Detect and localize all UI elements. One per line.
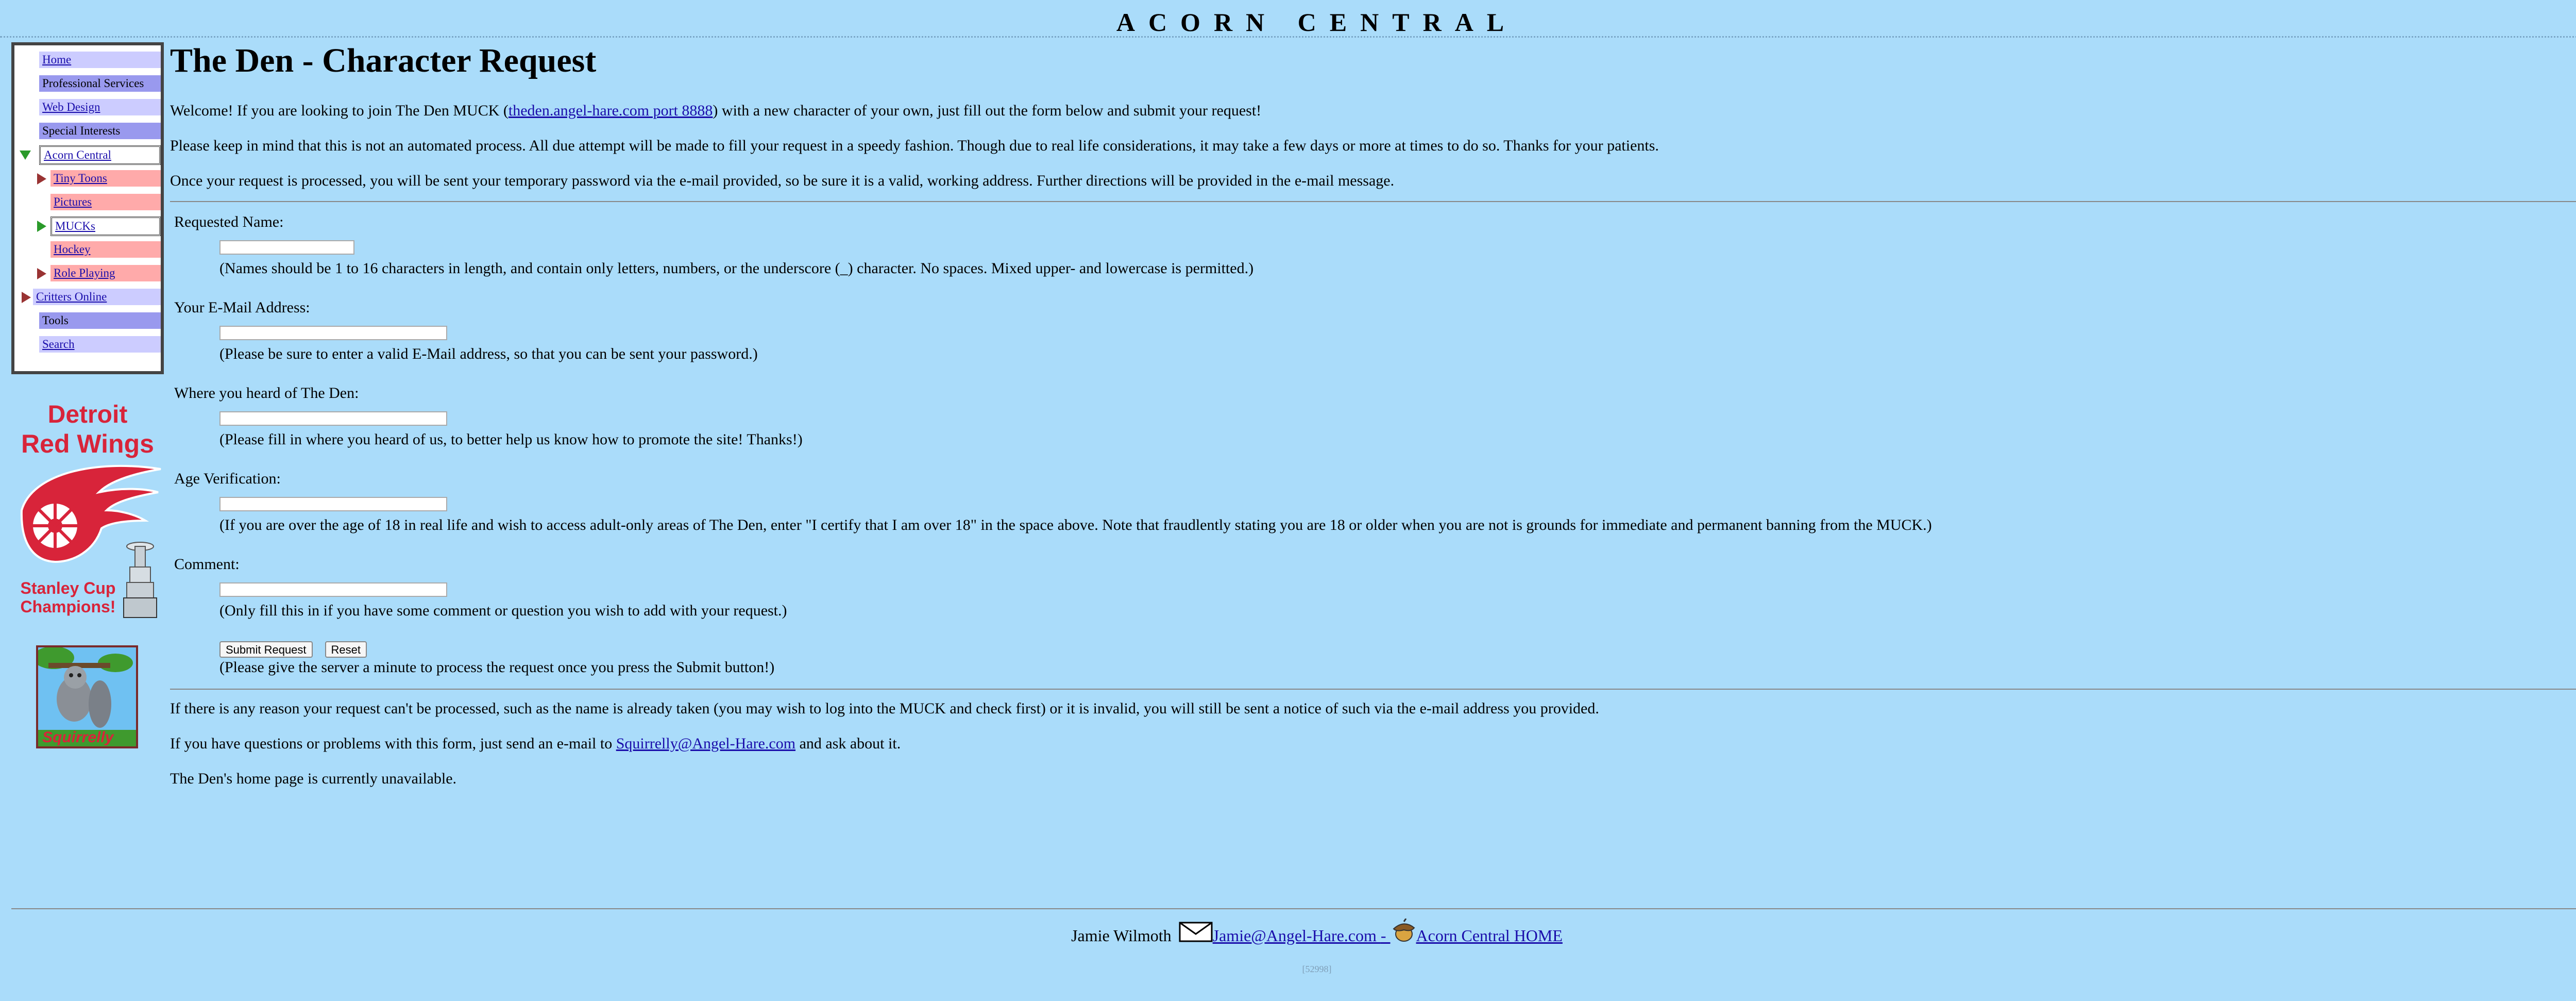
heard-note: (Please fill in where you heard of us, t…: [219, 431, 803, 448]
submit-note: (Please give the server a minute to proc…: [219, 659, 775, 676]
heard-field-group: Where you heard of The Den: (Please fill…: [170, 385, 2576, 449]
header-divider: [0, 36, 2576, 38]
nav-item-home[interactable]: Home: [39, 52, 161, 68]
home-unavailable-paragraph: The Den's home page is currently unavail…: [170, 770, 457, 787]
nav-item-pictures[interactable]: Pictures: [50, 194, 161, 210]
main-content: The Den - Character Request Welcome! If …: [170, 41, 2576, 806]
heard-of-input[interactable]: [219, 411, 447, 426]
red-wings-logo: Detroit Red Wings Stanley Cup Champions!: [21, 401, 161, 618]
age-verification-input[interactable]: [219, 497, 447, 511]
nav-link-web-design[interactable]: Web Design: [42, 101, 100, 113]
wings-text-detroit: Detroit: [48, 401, 128, 428]
expanded-triangle-icon[interactable]: [37, 221, 46, 232]
contact-paragraph: If you have questions or problems with t…: [170, 736, 2576, 752]
nav-link-acorn-central[interactable]: Acorn Central: [44, 148, 111, 161]
nav-item-special-interests: Special Interests: [39, 123, 161, 139]
form-buttons: Submit Request Reset: [219, 641, 2576, 658]
nav-item-web-design[interactable]: Web Design: [39, 99, 161, 115]
nav-item-tools: Tools: [39, 312, 161, 329]
nav-link-pictures[interactable]: Pictures: [54, 195, 92, 208]
hit-counter: [52998]: [1302, 964, 1332, 974]
collapsed-triangle-icon[interactable]: [37, 268, 46, 279]
contact-text-after: and ask about it.: [795, 735, 901, 752]
author-email-link[interactable]: Jamie@Angel-Hare.com: [1213, 926, 1381, 945]
email-input[interactable]: [219, 326, 447, 340]
comment-field-group: Comment: (Only fill this in if you have …: [170, 556, 2576, 621]
nav-link-tiny-toons[interactable]: Tiny Toons: [54, 172, 107, 185]
site-title: ACORN CENTRAL: [1116, 8, 1518, 37]
reset-button[interactable]: Reset: [325, 641, 367, 658]
intro-text-before: Welcome! If you are looking to join The …: [170, 102, 509, 119]
process-paragraph: Please keep in mind that this is not an …: [170, 137, 1659, 154]
footer-divider: [11, 908, 2576, 909]
wings-text-champions: Champions!: [21, 597, 116, 616]
password-paragraph: Once your request is processed, you will…: [170, 172, 1395, 189]
submit-request-button[interactable]: Submit Request: [219, 641, 313, 658]
nav-link-home[interactable]: Home: [42, 53, 71, 66]
squirrel-icon: Squirrelly: [38, 647, 136, 746]
character-request-form: Requested Name: (Names should be 1 to 16…: [170, 213, 2576, 677]
nav-link-role-playing[interactable]: Role Playing: [54, 266, 115, 279]
requested-name-input[interactable]: [219, 240, 354, 255]
section-divider: [170, 689, 2576, 690]
comment-input[interactable]: [219, 582, 447, 597]
contact-text-before: If you have questions or problems with t…: [170, 735, 616, 752]
age-label: Age Verification:: [174, 470, 281, 487]
nav-item-hockey[interactable]: Hockey: [50, 241, 161, 258]
squirrelly-logo[interactable]: Squirrelly: [36, 645, 138, 748]
nav-item-critters-online[interactable]: Critters Online: [33, 289, 161, 305]
notice-paragraph: If there is any reason your request can'…: [170, 700, 1599, 717]
acorn-icon: [1391, 918, 1416, 947]
nav-item-mucks[interactable]: MUCKs: [50, 216, 161, 236]
squirrelly-email-link[interactable]: Squirrelly@Angel-Hare.com: [616, 735, 795, 752]
heard-label: Where you heard of The Den:: [174, 385, 359, 402]
envelope-icon: [1179, 922, 1213, 946]
nav-link-search[interactable]: Search: [42, 338, 75, 351]
footer-separator[interactable]: -: [1381, 926, 1391, 945]
nav-item-search[interactable]: Search: [39, 336, 161, 353]
intro-paragraph: Welcome! If you are looking to join The …: [170, 103, 2576, 119]
age-note: (If you are over the age of 18 in real l…: [219, 516, 1932, 533]
nav-item-professional-services: Professional Services: [39, 75, 161, 92]
nav-link-critters-online[interactable]: Critters Online: [36, 290, 107, 303]
nav-item-role-playing[interactable]: Role Playing: [50, 265, 161, 281]
email-label: Your E-Mail Address:: [174, 299, 310, 316]
intro-text-after: ) with a new character of your own, just…: [713, 102, 1262, 119]
nav-item-acorn-central[interactable]: Acorn Central: [39, 145, 161, 165]
name-note: (Names should be 1 to 16 characters in l…: [219, 260, 1254, 277]
squirrelly-logo-text: Squirrelly: [42, 729, 114, 746]
wings-text-red-wings: Red Wings: [21, 429, 154, 458]
acorn-central-home-link[interactable]: Acorn Central HOME: [1416, 926, 1563, 945]
name-label: Requested Name:: [174, 213, 284, 230]
footer: Jamie Wilmoth Jamie@Angel-Hare.com - Aco…: [0, 918, 2576, 947]
collapsed-triangle-icon[interactable]: [22, 292, 31, 303]
muck-address-link[interactable]: theden.angel-hare.com port 8888: [509, 102, 713, 119]
author-name: Jamie Wilmoth: [1071, 926, 1172, 945]
comment-note: (Only fill this in if you have some comm…: [219, 602, 787, 619]
stanley-cup-icon: [123, 542, 157, 618]
name-field-group: Requested Name: (Names should be 1 to 16…: [170, 213, 2576, 278]
expanded-triangle-icon[interactable]: [20, 151, 31, 160]
email-field-group: Your E-Mail Address: (Please be sure to …: [170, 299, 2576, 364]
nav-item-tiny-toons[interactable]: Tiny Toons: [50, 170, 161, 187]
nav-link-mucks[interactable]: MUCKs: [55, 220, 95, 232]
sidebar-nav: Home Professional Services Web Design Sp…: [11, 42, 164, 374]
nav-link-hockey[interactable]: Hockey: [54, 243, 91, 256]
section-divider: [170, 201, 2576, 202]
collapsed-triangle-icon[interactable]: [37, 173, 46, 185]
comment-label: Comment:: [174, 556, 240, 573]
email-note: (Please be sure to enter a valid E-Mail …: [219, 345, 758, 362]
age-field-group: Age Verification: (If you are over the a…: [170, 470, 2576, 535]
page-title: The Den - Character Request: [170, 42, 597, 79]
wings-text-stanley-cup: Stanley Cup: [21, 579, 116, 597]
